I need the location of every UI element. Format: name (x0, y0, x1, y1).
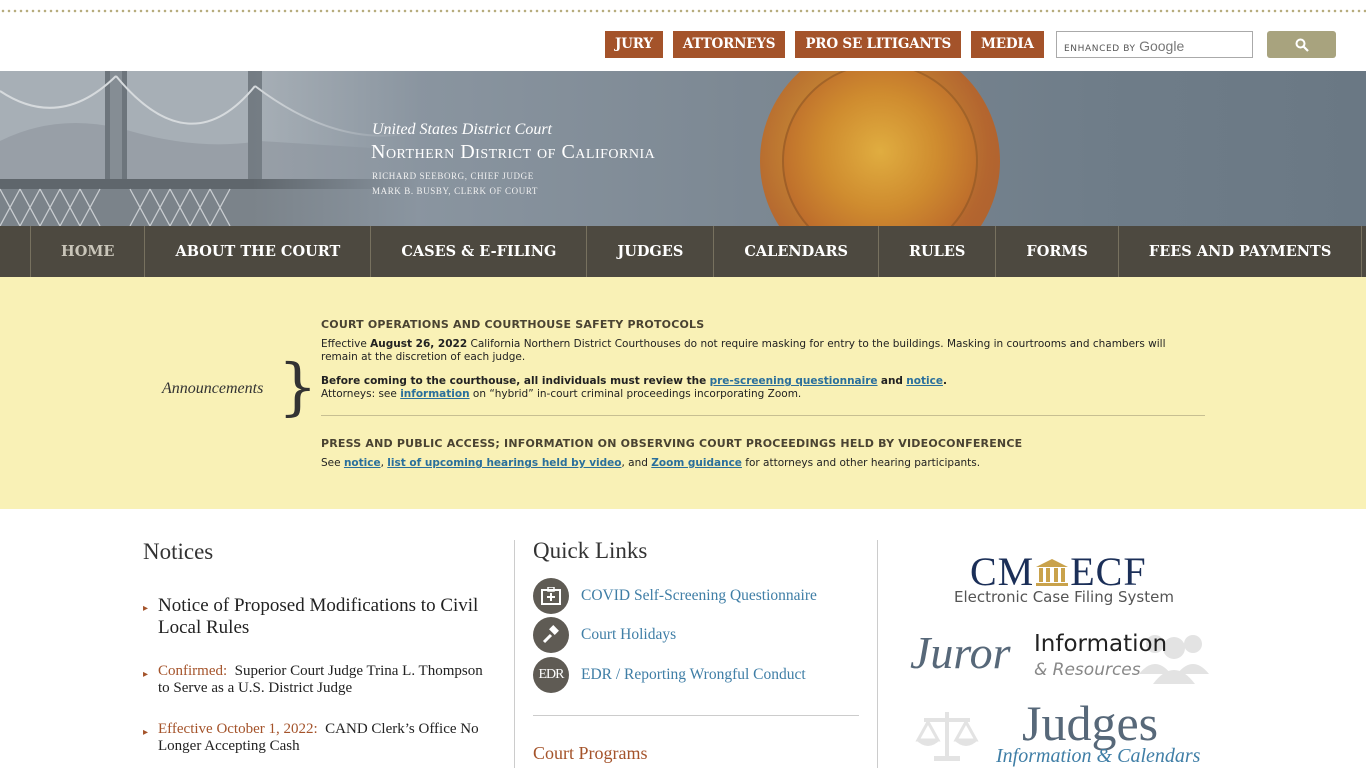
hybrid-information-link[interactable]: information (400, 388, 469, 400)
top-dotted-border (0, 8, 1366, 14)
chevron-right-icon: ▸ (143, 669, 149, 680)
juror-logo-link[interactable]: Juror (910, 626, 1011, 679)
chief-judge-line: RICHARD SEEBORG, CHIEF JUDGE (372, 171, 534, 181)
chevron-right-icon: ▸ (143, 727, 149, 738)
search-button[interactable] (1267, 31, 1336, 58)
announcement-heading-safety: COURT OPERATIONS AND COURTHOUSE SAFETY P… (321, 318, 705, 331)
nav-judges[interactable]: JUDGES (587, 226, 715, 277)
announcement-divider (321, 415, 1205, 416)
chevron-right-icon: ▸ (143, 603, 149, 614)
court-seal-center (782, 71, 978, 226)
scales-of-justice-icon (915, 712, 979, 761)
announcement-attorneys-text: Attorneys: see information on “hybrid” i… (321, 388, 802, 400)
column-divider (877, 540, 878, 768)
quick-links-divider (533, 715, 859, 716)
search-brand: ENHANCED BY Google (1064, 38, 1185, 54)
announcement-heading-press: PRESS AND PUBLIC ACCESS; INFORMATION ON … (321, 437, 1023, 450)
announcements-label: Announcements (162, 380, 264, 397)
nav-calendars[interactable]: CALENDARS (714, 226, 879, 277)
juror-resources-label: & Resources (1034, 660, 1141, 680)
utility-nav: JURY ATTORNEYS PRO SE LITIGANTS MEDIA (605, 31, 1044, 58)
pro-se-litigants-button[interactable]: PRO SE LITIGANTS (795, 31, 962, 58)
column-divider (514, 540, 515, 768)
main-nav: HOME ABOUT THE COURT CASES & E-FILING JU… (0, 226, 1366, 277)
site-banner (0, 71, 1366, 226)
cmecf-subtitle: Electronic Case Filing System (954, 588, 1174, 606)
press-notice-link[interactable]: notice (344, 457, 381, 469)
announcement-masking-text: Effective August 26, 2022 California Nor… (321, 338, 1166, 363)
jury-button[interactable]: JURY (605, 31, 663, 58)
nav-fees-and-payments[interactable]: FEES AND PAYMENTS (1119, 226, 1363, 277)
notices-title: Notices (143, 539, 214, 564)
nav-cases-e-filing[interactable]: CASES & E-FILING (371, 226, 588, 277)
golden-gate-bridge-image (0, 71, 420, 226)
court-name-line2: Northern District of California (371, 141, 656, 163)
nav-forms[interactable]: FORMS (996, 226, 1119, 277)
announcement-prescreen-text: Before coming to the courthouse, all ind… (321, 375, 947, 387)
judges-logo-link[interactable]: Judges (1022, 694, 1158, 752)
medical-kit-icon (533, 578, 569, 614)
quick-link-covid[interactable]: COVID Self-Screening Questionnaire (533, 578, 817, 614)
court-programs-heading[interactable]: Court Programs (533, 743, 648, 764)
nav-about-the-court[interactable]: ABOUT THE COURT (145, 226, 372, 277)
search-input[interactable]: ENHANCED BY Google (1056, 31, 1253, 58)
search-icon (1295, 38, 1309, 52)
edr-icon: EDR (533, 657, 569, 693)
juror-information-label: Information (1034, 631, 1168, 657)
notice-item[interactable]: ▸ Effective October 1, 2022: CAND Clerk’… (143, 721, 483, 755)
notice-link[interactable]: notice (906, 375, 943, 387)
courthouse-icon (1036, 559, 1069, 586)
zoom-guidance-link[interactable]: Zoom guidance (651, 457, 742, 469)
nav-home[interactable]: HOME (31, 226, 146, 277)
prescreening-questionnaire-link[interactable]: pre-screening questionnaire (710, 375, 878, 387)
judges-subtitle: Information & Calendars (996, 745, 1201, 767)
nav-rules[interactable]: RULES (879, 226, 997, 277)
quick-link-edr[interactable]: EDR EDR / Reporting Wrongful Conduct (533, 657, 806, 693)
notice-item[interactable]: ▸ Confirmed: Superior Court Judge Trina … (143, 663, 483, 697)
notice-item[interactable]: ▸ Notice of Proposed Modifications to Ci… (143, 595, 483, 639)
quick-link-court-holidays[interactable]: Court Holidays (533, 617, 676, 653)
upcoming-hearings-link[interactable]: list of upcoming hearings held by video (387, 457, 621, 469)
quick-links-title: Quick Links (533, 538, 648, 563)
court-name-line1: United States District Court (372, 121, 552, 138)
brace-icon: } (278, 350, 318, 423)
media-button[interactable]: MEDIA (971, 31, 1044, 58)
gavel-icon (533, 617, 569, 653)
attorneys-button[interactable]: ATTORNEYS (672, 31, 786, 58)
announcement-press-text: See notice, list of upcoming hearings he… (321, 457, 981, 469)
clerk-line: MARK B. BUSBY, CLERK OF COURT (372, 186, 538, 196)
